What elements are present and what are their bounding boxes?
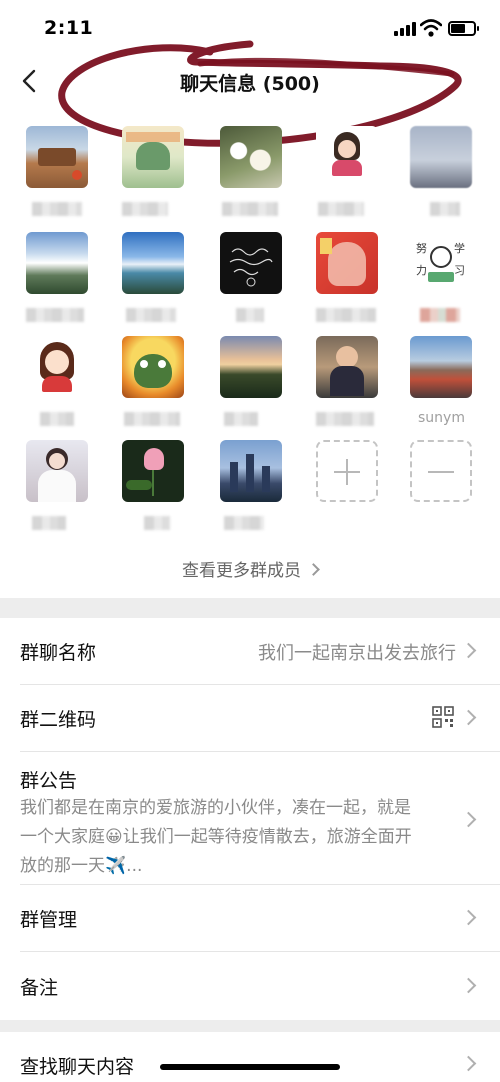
- member-name: sunym: [418, 410, 465, 426]
- member-photo: [26, 232, 88, 294]
- remove-icon: [410, 440, 472, 502]
- member-avatar[interactable]: [316, 336, 380, 436]
- chevron-right-icon: [460, 1055, 477, 1072]
- member-photo: [26, 126, 88, 188]
- member-avatar[interactable]: [26, 336, 90, 436]
- member-photo: [316, 336, 378, 398]
- member-photo: [220, 232, 282, 294]
- add-icon: [316, 440, 378, 502]
- member-avatar[interactable]: [122, 126, 186, 226]
- nav-bar: 聊天信息 (500): [0, 56, 500, 106]
- member-photo: [316, 232, 378, 294]
- member-photo: [122, 232, 184, 294]
- view-more-members-label: 查看更多群成员: [182, 561, 301, 581]
- group-notice-line: 放的那一天✈️...: [20, 856, 143, 876]
- member-photo: [122, 440, 184, 502]
- group-name-label: 群聊名称: [20, 642, 97, 664]
- chevron-right-icon: [307, 563, 320, 576]
- member-photo: [26, 336, 88, 398]
- member-avatar[interactable]: [122, 440, 186, 540]
- member-avatar[interactable]: [220, 232, 284, 332]
- group-notice-line: 我们都是在南京的爱旅游的小伙伴，凑在一起，就是: [20, 798, 411, 818]
- member-avatar[interactable]: sunym: [410, 336, 474, 436]
- member-photo: 努 学 力 习: [410, 232, 472, 294]
- member-photo: [122, 126, 184, 188]
- chevron-right-icon: [460, 977, 477, 994]
- member-avatar[interactable]: [26, 440, 90, 540]
- member-avatar[interactable]: [316, 232, 380, 332]
- search-chat-row[interactable]: 查找聊天内容: [0, 1032, 500, 1082]
- group-notice-row[interactable]: 群公告 我们都是在南京的爱旅游的小伙伴，凑在一起，就是 一个大家庭😀让我们一起等…: [0, 752, 500, 884]
- member-photo: [220, 440, 282, 502]
- member-avatar[interactable]: 努 学 力 习: [410, 232, 474, 332]
- chevron-right-icon: [460, 642, 477, 659]
- group-manage-label: 群管理: [20, 909, 78, 931]
- settings-panel: 群聊名称 我们一起南京出发去旅行 群二维码 群公告 我们都是在南京的爱旅游的小伙…: [0, 618, 500, 1020]
- status-time: 2:11: [44, 17, 94, 39]
- search-chat-label: 查找聊天内容: [20, 1056, 135, 1078]
- status-bar: 2:11: [0, 0, 500, 56]
- chevron-right-icon: [460, 709, 477, 726]
- remark-row[interactable]: 备注: [0, 952, 500, 1020]
- member-avatar[interactable]: [410, 126, 474, 226]
- member-photo: [316, 126, 378, 188]
- qr-code-icon: [432, 706, 454, 728]
- battery-icon: [448, 21, 479, 36]
- member-avatar[interactable]: [122, 336, 186, 436]
- member-avatar[interactable]: [220, 126, 284, 226]
- member-avatar[interactable]: [26, 232, 90, 332]
- group-qr-row[interactable]: 群二维码: [0, 685, 500, 751]
- chevron-right-icon: [460, 909, 477, 926]
- search-panel: 查找聊天内容: [0, 1032, 500, 1082]
- member-photo: [220, 126, 282, 188]
- group-name-value: 我们一起南京出发去旅行: [258, 643, 456, 664]
- member-photo: [410, 336, 472, 398]
- member-photo: [26, 440, 88, 502]
- view-more-members-link[interactable]: 查看更多群成员: [0, 556, 500, 581]
- group-notice-label: 群公告: [20, 770, 78, 792]
- member-avatar[interactable]: [26, 126, 90, 226]
- group-manage-row[interactable]: 群管理: [0, 885, 500, 951]
- chevron-right-icon: [460, 811, 477, 828]
- remark-label: 备注: [20, 977, 59, 999]
- cellular-signal-icon: [394, 22, 418, 36]
- chat-info-header-panel: 2:11 聊天信息 (500) 努 学 力 习 sunym 查看更多群成员: [0, 0, 500, 598]
- group-qr-label: 群二维码: [20, 709, 97, 731]
- page-title: 聊天信息 (500): [180, 73, 320, 95]
- member-avatar[interactable]: [220, 440, 284, 540]
- member-photo: [220, 336, 282, 398]
- add-member-button[interactable]: [316, 440, 380, 540]
- group-name-row[interactable]: 群聊名称 我们一起南京出发去旅行: [0, 618, 500, 684]
- remove-member-button[interactable]: [410, 440, 474, 540]
- home-indicator[interactable]: [160, 1064, 340, 1070]
- member-avatar[interactable]: [220, 336, 284, 436]
- member-photo: [410, 126, 472, 188]
- member-photo: [122, 336, 184, 398]
- group-notice-line: 一个大家庭😀让我们一起等待疫情散去，旅游全面开: [20, 827, 412, 847]
- wifi-icon: [420, 19, 442, 37]
- member-avatar[interactable]: [122, 232, 186, 332]
- member-avatar[interactable]: [316, 126, 380, 226]
